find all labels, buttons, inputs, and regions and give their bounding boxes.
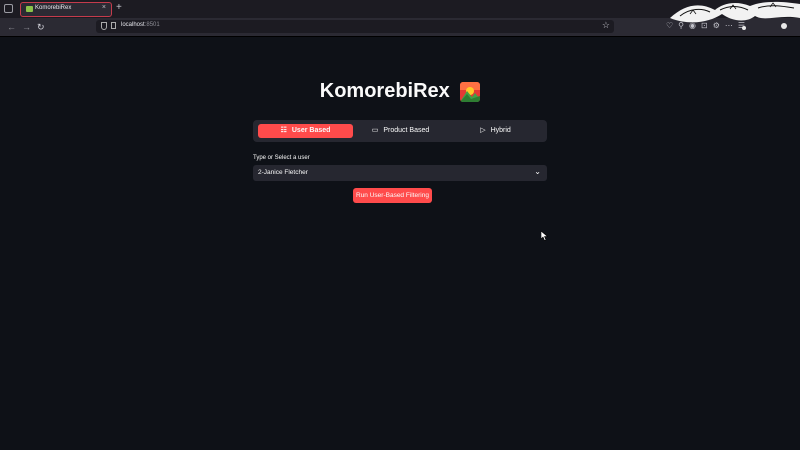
tab-hybrid[interactable]: ▷ Hybrid	[448, 124, 543, 138]
page-info-icon[interactable]	[111, 22, 116, 29]
mode-tabs: ☷ User Based ▭ Product Based ▷ Hybrid	[253, 120, 547, 142]
mountain-logo-icon	[460, 81, 481, 102]
list-icon: ☷	[280, 127, 287, 134]
forward-icon[interactable]: →	[22, 21, 31, 33]
run-user-based-filtering-button[interactable]: Run User-Based Filtering	[353, 188, 432, 203]
tab-user-based[interactable]: ☷ User Based	[258, 124, 353, 138]
chevron-down-icon[interactable]: ⌄	[534, 167, 541, 176]
page-header: KomorebiRex	[250, 80, 550, 110]
mouse-cursor-icon	[541, 231, 549, 241]
user-select-label: Type or Select a user	[253, 155, 310, 161]
tab-product-based[interactable]: ▭ Product Based	[353, 124, 448, 138]
tab-product-based-label: Product Based	[383, 127, 430, 134]
browser-tab-title: KomorebiRex	[35, 5, 72, 11]
tab-overview-icon[interactable]	[4, 4, 13, 13]
folder-icon: ▭	[371, 127, 379, 134]
url-bar[interactable]: localhost:8501 ☆	[96, 20, 614, 33]
theme-wave-artwork	[660, 0, 800, 36]
page-title: KomorebiRex	[319, 80, 450, 102]
url-text: localhost:8501	[121, 22, 160, 28]
reload-icon[interactable]: ↻	[37, 21, 45, 33]
bookmark-star-icon[interactable]: ☆	[602, 20, 610, 31]
toolbar-divider	[0, 36, 800, 37]
favicon-icon	[26, 6, 33, 12]
tab-user-based-label: User Based	[291, 127, 331, 134]
play-icon: ▷	[480, 127, 486, 134]
close-tab-icon[interactable]: ×	[102, 4, 106, 11]
back-icon[interactable]: ←	[7, 21, 16, 33]
user-select[interactable]: 2-Janice Fletcher ⌄	[253, 165, 547, 181]
shield-icon[interactable]	[101, 22, 107, 30]
new-tab-button[interactable]: +	[116, 2, 122, 14]
tab-hybrid-label: Hybrid	[490, 127, 511, 134]
user-select-value: 2-Janice Fletcher	[258, 169, 308, 176]
browser-tab[interactable]: KomorebiRex ×	[20, 2, 112, 17]
